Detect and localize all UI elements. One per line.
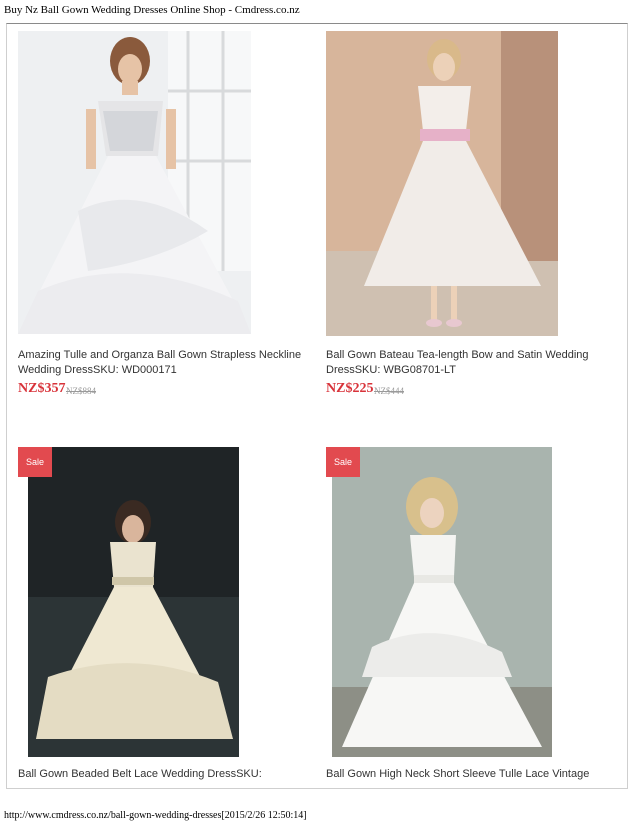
product-image[interactable] [18, 31, 251, 334]
product-image[interactable] [28, 447, 239, 757]
sale-badge: Sale [18, 447, 52, 477]
product-name-line2[interactable]: Wedding DressSKU: WD000171 [18, 363, 318, 378]
page-title: Buy Nz Ball Gown Wedding Dresses Online … [4, 4, 300, 16]
product-price: NZ$225 [326, 381, 374, 396]
product-name-line1[interactable]: Ball Gown Bateau Tea-length Bow and Sati… [326, 348, 626, 363]
product-price: NZ$357 [18, 381, 66, 396]
product-name-line1[interactable]: Ball Gown High Neck Short Sleeve Tulle L… [326, 767, 626, 782]
sale-badge: Sale [326, 447, 360, 477]
product-image[interactable] [332, 447, 552, 757]
product-image[interactable] [326, 31, 558, 336]
footer-url: http://www.cmdress.co.nz/ball-gown-weddi… [4, 810, 307, 821]
product-name-line2[interactable]: DressSKU: WBG08701-LT [326, 363, 626, 378]
product-old-price: NZ$444 [374, 386, 404, 396]
product-name-line1[interactable]: Ball Gown Beaded Belt Lace Wedding Dress… [18, 767, 318, 782]
product-old-price: NZ$884 [66, 386, 96, 396]
product-name-line1[interactable]: Amazing Tulle and Organza Ball Gown Stra… [18, 348, 318, 363]
